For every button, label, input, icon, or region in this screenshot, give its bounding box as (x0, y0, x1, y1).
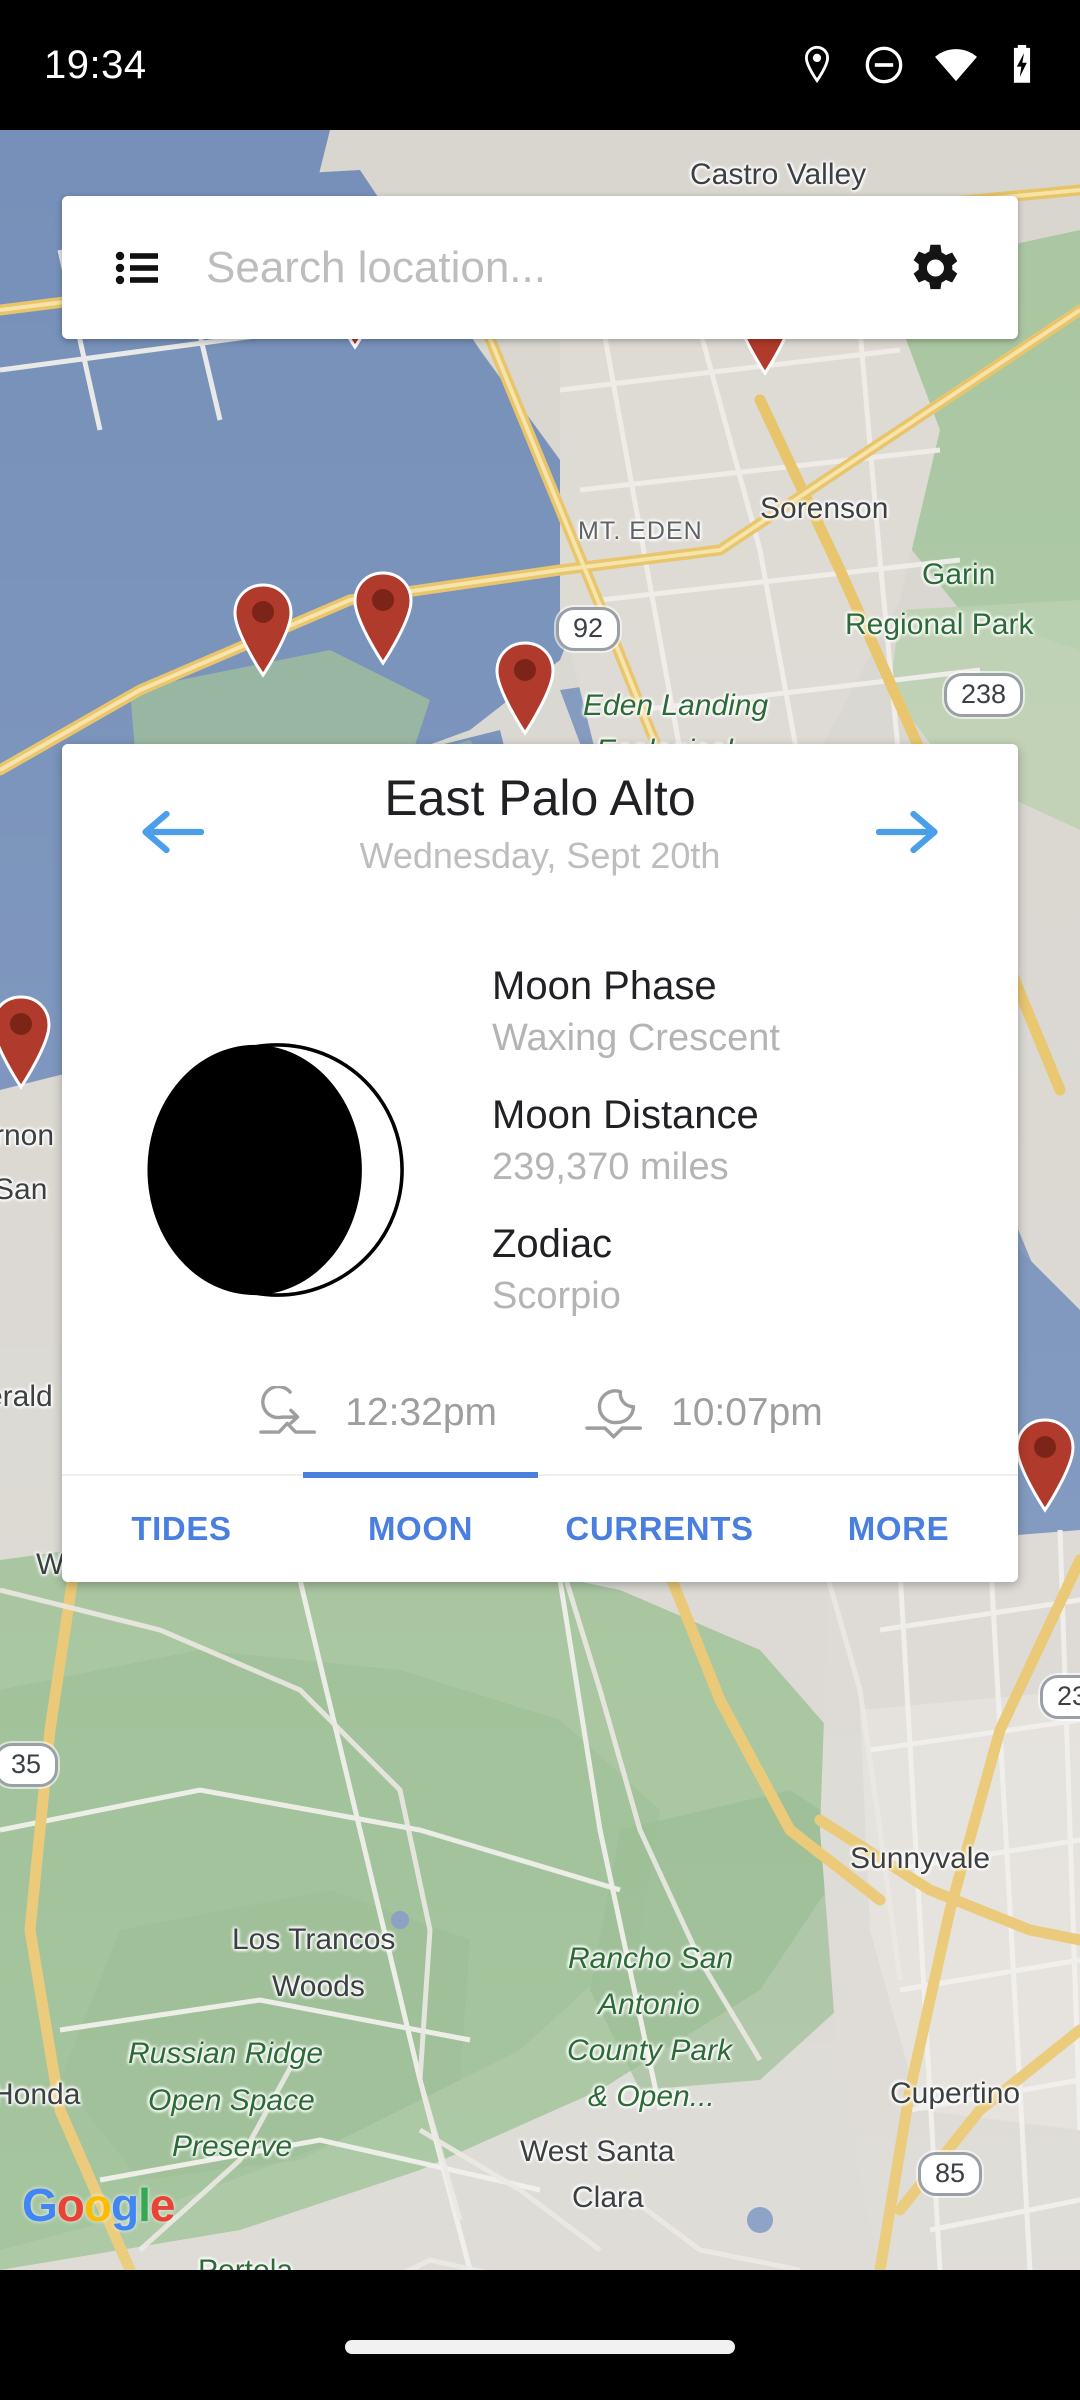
route-shield: 85 (918, 2152, 983, 2196)
detail-value: Scorpio (492, 1274, 621, 1317)
gear-icon[interactable] (902, 237, 964, 299)
location-pin-icon (804, 45, 830, 84)
location-info-card: East Palo Alto Wednesday, Sept 20th Moon… (62, 744, 1018, 1582)
moonset-group: 10:07pm (583, 1386, 823, 1440)
tab-tides[interactable]: TIDES (62, 1510, 301, 1548)
tab-bar: TIDES MOON CURRENTS MORE (62, 1472, 1018, 1582)
arrow-left-icon[interactable] (138, 806, 204, 858)
card-header: East Palo Alto Wednesday, Sept 20th (62, 744, 1018, 924)
search-bar[interactable] (62, 196, 1018, 339)
map-pin[interactable] (1010, 1417, 1080, 1513)
detail-label: Moon Phase (492, 964, 717, 1008)
map-pin[interactable] (228, 582, 298, 678)
tab-more[interactable]: MORE (779, 1510, 1018, 1548)
status-bar: 19:34 (0, 0, 1080, 130)
waxing-crescent-moon-icon (147, 1043, 404, 1297)
detail-label: Moon Distance (492, 1092, 759, 1137)
moon-body: Moon Phase Waxing Crescent Moon Distance… (62, 924, 1018, 1364)
status-icons (800, 44, 1036, 86)
map-pin[interactable] (348, 570, 418, 666)
route-shield: 23 (1040, 1675, 1080, 1719)
route-shield: 92 (556, 607, 621, 651)
battery-charging-icon (1013, 44, 1031, 83)
tab-currents[interactable]: CURRENTS (540, 1510, 779, 1548)
detail-value: Waxing Crescent (492, 1016, 780, 1059)
moonrise-icon (259, 1386, 317, 1434)
moon-visual (62, 924, 492, 1304)
card-date: Wednesday, Sept 20th (359, 835, 721, 876)
list-icon[interactable] (114, 244, 162, 292)
active-tab-indicator (303, 1472, 538, 1478)
route-shield: 35 (0, 1743, 59, 1787)
home-gesture-pill[interactable] (345, 2340, 735, 2354)
map-pin[interactable] (0, 994, 56, 1090)
wifi-icon (935, 49, 977, 82)
google-logo: Google (22, 2179, 175, 2231)
moonrise-group: 12:32pm (257, 1386, 497, 1440)
navigation-bar (0, 2270, 1080, 2400)
moon-details: Moon Phase Waxing Crescent Moon Distance… (492, 924, 1018, 1321)
arrow-right-icon[interactable] (876, 806, 942, 858)
card-titles: East Palo Alto Wednesday, Sept 20th (360, 768, 721, 877)
detail-label: Zodiac (492, 1221, 613, 1266)
moonset-icon (585, 1389, 642, 1439)
route-shield: 238 (944, 673, 1024, 717)
map-pin[interactable] (490, 640, 560, 736)
moonset-time: 10:07pm (671, 1391, 823, 1434)
tab-moon[interactable]: MOON (301, 1510, 540, 1548)
do-not-disturb-icon (865, 46, 903, 84)
moon-times-row: 12:32pm 10:07pm (62, 1364, 1018, 1474)
moonrise-time: 12:32pm (345, 1391, 497, 1434)
detail-value: 239,370 miles (492, 1145, 729, 1188)
page-title: East Palo Alto (384, 770, 696, 826)
search-input[interactable] (206, 242, 902, 293)
status-time: 19:34 (44, 42, 147, 87)
